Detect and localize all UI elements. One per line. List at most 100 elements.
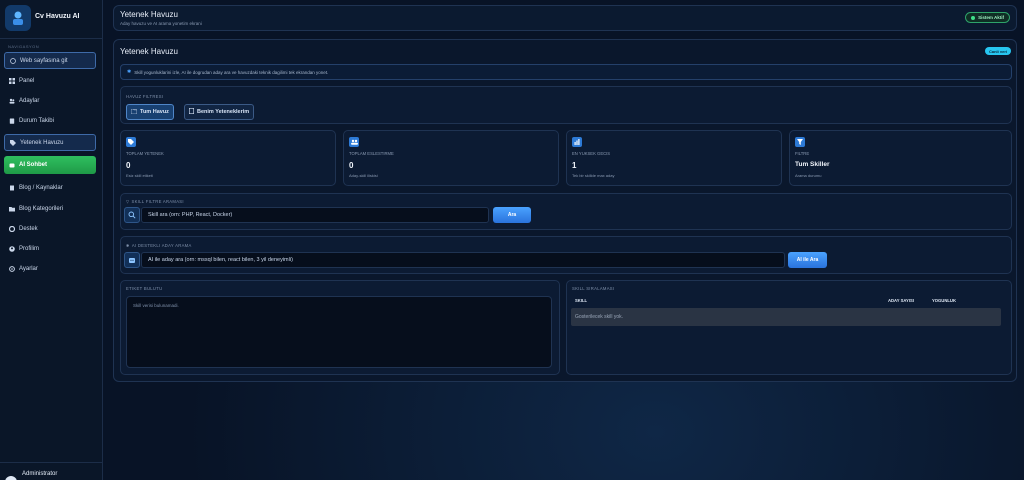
- tab-label: Benim Yeteneklerim: [197, 109, 250, 115]
- stat-sub: Arama durumu: [795, 173, 822, 178]
- search-button[interactable]: Ara: [493, 207, 531, 223]
- info-banner: ✱ Skill yogunluklarini izle, AI ile dogr…: [120, 64, 1012, 80]
- grid-icon: [9, 78, 15, 84]
- empty-message: Skill verisi bulunamadi.: [133, 303, 179, 308]
- ai-search-button[interactable]: AI ile Ara: [788, 252, 827, 268]
- divider: [0, 462, 103, 463]
- sidebar-item-label: Blog Kategorileri: [19, 206, 64, 212]
- sidebar-item-label: Adaylar: [19, 98, 40, 104]
- document-icon: [9, 185, 15, 191]
- sidebar-item-label: Panel: [19, 78, 35, 84]
- clipboard-icon: [9, 118, 15, 124]
- tab-tum-havuz[interactable]: Tum Havuz: [126, 104, 174, 120]
- sidebar-item-label: Durum Takibi: [19, 118, 54, 124]
- sidebar-item-adaylar[interactable]: Adaylar: [4, 93, 96, 109]
- sidebar-item-destek[interactable]: Destek: [4, 221, 96, 237]
- info-icon: ✱: [127, 69, 132, 75]
- filter-icon: [795, 137, 805, 147]
- sidebar-item-label: Ayarlar: [19, 266, 38, 272]
- stat-label: TOPLAM YETENEK: [126, 151, 164, 156]
- folder-icon: [9, 206, 15, 212]
- content-panel: Yetenek Havuzu Canli veri ✱ Skill yogunl…: [113, 39, 1017, 382]
- stat-label: FILTRE: [795, 151, 810, 156]
- sidebar-item-blog-kategorileri[interactable]: Blog Kategorileri: [4, 201, 96, 217]
- filter-label: HAVUZ FILTRESI: [126, 94, 164, 99]
- sidebar-item-website[interactable]: Web sayfasına git: [4, 52, 96, 69]
- ai-robot-icon: [124, 252, 140, 268]
- sidebar-item-label: AI Sohbet: [19, 162, 47, 168]
- stat-value: 1: [572, 161, 577, 170]
- stat-sub: Esiz skill etiketi: [126, 173, 153, 178]
- stat-value: Tum Skiller: [795, 161, 830, 168]
- section-title: Yetenek Havuzu: [120, 47, 178, 56]
- status-text: Sistem Aktif: [978, 15, 1004, 20]
- filter-panel: HAVUZ FILTRESI Tum Havuz Benim Yetenekle…: [120, 86, 1012, 124]
- sidebar-item-blog-kaynaklar[interactable]: Blog / Kaynaklar: [4, 180, 96, 196]
- tag-cloud-label: ETIKET BULUTU: [126, 286, 163, 291]
- stat-sub: Tek bir skillde max aday: [572, 173, 615, 178]
- folder-icon: [130, 108, 138, 116]
- sidebar-item-ayarlar[interactable]: Ayarlar: [4, 261, 96, 277]
- sidebar: Cv Havuzu AI NAVIGASYON Web sayfasına gi…: [0, 0, 103, 480]
- column-header-yogunluk: YOGUNLUK: [932, 298, 956, 303]
- skill-ranking-label: SKILL SIRALAMASI: [572, 286, 615, 291]
- sidebar-item-label: Blog / Kaynaklar: [19, 185, 63, 191]
- tab-benim-yeteneklerim[interactable]: Benim Yeteneklerim: [184, 104, 255, 120]
- nav-section-label: NAVIGASYON: [8, 44, 40, 49]
- globe-icon: [10, 57, 16, 64]
- page-subtitle: Aday havuzu ve AI arama yonetim ekrani: [120, 21, 202, 26]
- stat-label: TOPLAM ESLESTIRME: [349, 151, 394, 156]
- skill-ranking-panel: SKILL SIRALAMASI: [566, 280, 1012, 375]
- user-name: Administrator: [22, 471, 58, 477]
- divider: [0, 38, 103, 39]
- page-title: Yetenek Havuzu: [120, 10, 178, 19]
- tag-icon: [10, 139, 16, 146]
- stat-value: 0: [349, 161, 354, 170]
- sidebar-item-ai-sohbet[interactable]: AI Sohbet: [4, 156, 96, 174]
- robot-logo-icon: [5, 5, 31, 31]
- table-empty-row: Gosterilecek skill yok.: [571, 308, 1001, 326]
- robot-icon: ✱: [126, 243, 130, 248]
- gear-icon: [9, 266, 15, 272]
- column-header-aday-sayisi: ADAY SAYISI: [888, 298, 914, 303]
- column-header-skill: SKILL: [575, 298, 588, 303]
- live-badge: Canli veri: [984, 47, 1011, 55]
- ai-search-input[interactable]: AI ile aday ara (orn: mssql bilen, react…: [141, 252, 785, 268]
- stat-label: EN YUKSEK GECIS: [572, 151, 611, 156]
- header: Yetenek Havuzu Aday havuzu ve AI arama y…: [113, 5, 1017, 31]
- skill-search-input[interactable]: Skill ara (orn: PHP, React, Docker): [141, 207, 489, 223]
- info-text: Skill yogunluklarini izle, AI ile dogrud…: [134, 69, 329, 75]
- status-dot-icon: [971, 15, 976, 20]
- user-circle-icon: [9, 246, 15, 252]
- robot-icon: [9, 162, 15, 168]
- filter-icon: ▽: [126, 199, 130, 204]
- people-icon: [349, 137, 359, 147]
- stat-card: TOPLAM ESLESTIRME 0 Aday-skill iliskisi: [343, 130, 559, 186]
- skill-search-label: ▽ SKILL FILTRE ARAMASI: [126, 199, 184, 204]
- id-card-icon: [189, 108, 195, 116]
- sidebar-item-label: Profilim: [19, 246, 40, 252]
- avatar[interactable]: [5, 476, 17, 480]
- tag-icon: [126, 137, 136, 147]
- ai-search-label: ✱ AI DESTEKLI ADAY ARAMA: [126, 243, 192, 248]
- bar-chart-icon: [572, 137, 582, 147]
- tag-cloud-box: Skill verisi bulunamadi.: [126, 296, 552, 368]
- lifebuoy-icon: [9, 226, 15, 232]
- stat-card: EN YUKSEK GECIS 1 Tek bir skillde max ad…: [566, 130, 782, 186]
- status-badge: Sistem Aktif: [965, 12, 1010, 23]
- stat-sub: Aday-skill iliskisi: [349, 173, 378, 178]
- sidebar-item-label: Yetenek Havuzu: [20, 139, 64, 146]
- sidebar-item-profilim[interactable]: Profilim: [4, 241, 96, 257]
- app-title: Cv Havuzu AI: [35, 13, 80, 20]
- tab-label: Tum Havuz: [140, 109, 169, 115]
- sidebar-item-label: Destek: [19, 226, 38, 232]
- users-icon: [9, 98, 15, 104]
- sidebar-item-durum-takibi[interactable]: Durum Takibi: [4, 113, 96, 129]
- stat-card: FILTRE Tum Skiller Arama durumu: [789, 130, 1012, 186]
- sidebar-item-label: Web sayfasına git: [20, 57, 68, 64]
- search-icon: [124, 207, 140, 223]
- sidebar-item-panel[interactable]: Panel: [4, 73, 96, 89]
- stat-card: TOPLAM YETENEK 0 Esiz skill etiketi: [120, 130, 336, 186]
- sidebar-item-yetenek-havuzu[interactable]: Yetenek Havuzu: [4, 134, 96, 151]
- stat-value: 0: [126, 161, 131, 170]
